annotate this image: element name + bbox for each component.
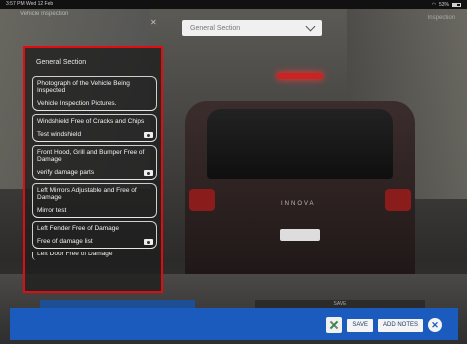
checklist-item-label: Left Mirrors Adjustable and Free of Dama… [37,187,137,201]
close-button[interactable]: ✕ [428,318,442,332]
checklist: Photograph of the Vehicle Being Inspecte… [25,76,161,260]
car-image: INNOVA [185,61,415,301]
checklist-item-detail[interactable]: Test windshield [32,128,157,142]
checklist-item-label: Left Fender Free of Damage [37,225,120,232]
checklist-item-label: Front Hood, Grill and Bumper Free of Dam… [37,149,145,163]
checklist-item[interactable]: Photograph of the Vehicle Being Inspecte… [32,76,157,97]
header-right-label: Inspection [427,15,455,21]
battery-icon [452,2,461,7]
page-title: Vehicle Inspection [20,11,69,17]
checklist-item-label: Vehicle Inspection Pictures. [37,100,117,107]
checklist-item-detail[interactable]: Vehicle Inspection Pictures. [32,97,157,111]
car-badge: INNOVA [281,201,316,207]
checklist-item-detail[interactable]: Mirror test [32,204,157,218]
checklist-item[interactable]: Left Mirrors Adjustable and Free of Dama… [32,183,157,204]
checklist-item[interactable]: Left Door Free of Damage [32,252,157,260]
checklist-item-label: verify damage parts [37,169,95,176]
section-panel: General Section Photograph of the Vehicl… [23,46,163,293]
status-right: ◠ 53% [432,1,461,8]
chevron-down-icon [305,21,316,31]
panel-title: General Section [36,59,87,66]
checklist-item-label: Left Door Free of Damage [37,252,113,257]
checklist-item[interactable]: Left Fender Free of Damage [32,221,157,235]
status-bar: 3:57 PM Wed 12 Feb ◠ 53% [0,0,467,9]
checklist-item-label: Test windshield [37,131,82,138]
camera-icon[interactable] [144,132,153,138]
camera-icon[interactable] [144,239,153,245]
wifi-icon: ◠ [431,1,436,8]
battery-percent: 53% [438,1,449,8]
save-button[interactable]: SAVE [347,318,373,332]
section-select-value: General Section [190,24,241,32]
add-notes-button[interactable]: ADD NOTES [377,318,423,332]
checklist-item-label: Mirror test [37,207,67,214]
checklist-item-label: Photograph of the Vehicle Being Inspecte… [37,80,130,94]
tools-icon[interactable] [326,317,343,333]
checklist-item-label: Windshield Free of Cracks and Chips [37,118,145,125]
checklist-item[interactable]: Windshield Free of Cracks and Chips [32,114,157,128]
section-select[interactable]: General Section [182,20,322,36]
bottom-toolbar: SAVE ADD NOTES ✕ [10,308,458,340]
checklist-item[interactable]: Front Hood, Grill and Bumper Free of Dam… [32,145,157,166]
checklist-item-detail[interactable]: verify damage parts [32,166,157,180]
checklist-item-detail[interactable]: Free of damage list [32,235,157,249]
camera-icon[interactable] [144,170,153,176]
close-icon[interactable]: ✕ [150,18,157,27]
checklist-item-label: Free of damage list [37,238,93,245]
status-time-date: 3:57 PM Wed 12 Feb [6,1,54,7]
